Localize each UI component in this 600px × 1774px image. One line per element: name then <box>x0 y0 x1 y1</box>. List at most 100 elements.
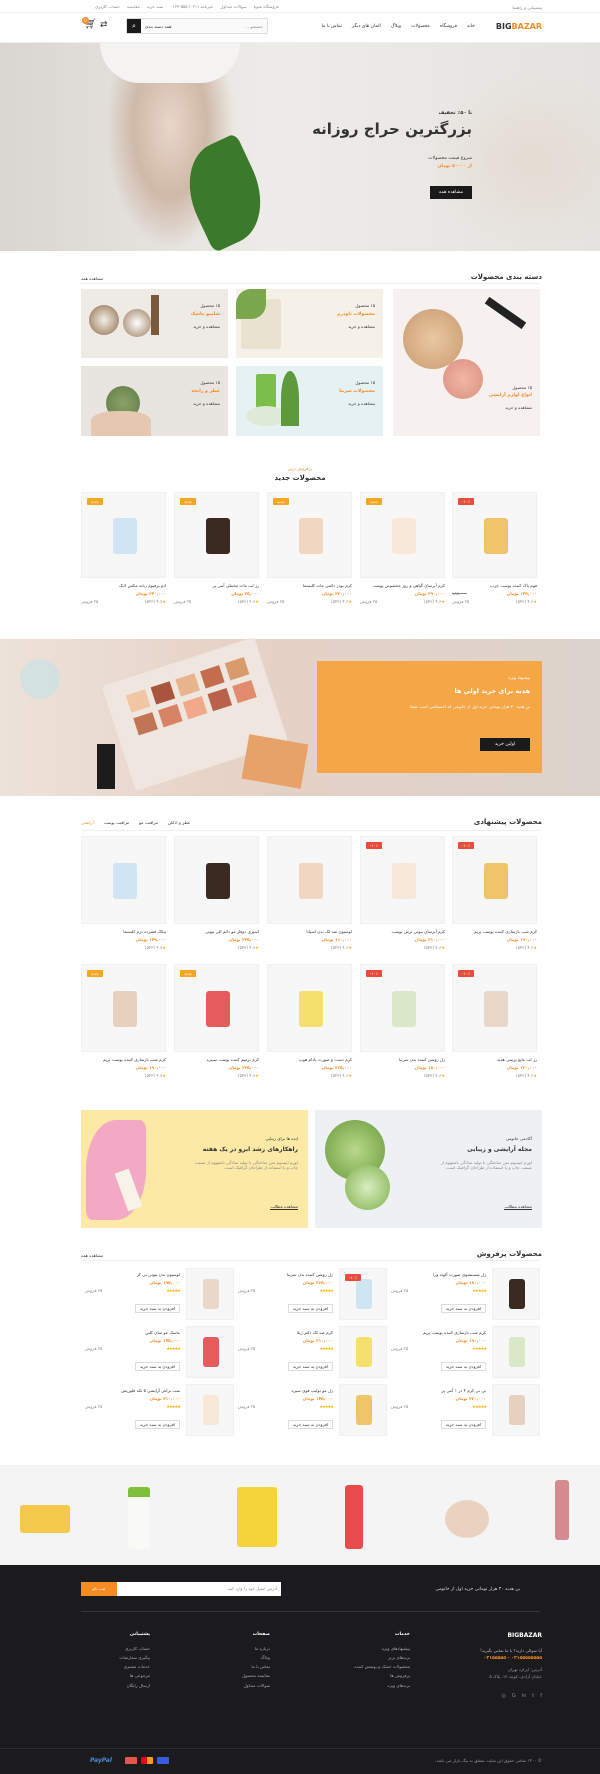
product-name[interactable]: ژل روشن کننده بدن سرینا <box>399 1057 445 1062</box>
footer-link[interactable]: خدمات مشتری <box>119 1664 150 1669</box>
topbar-link[interactable]: مقایسه <box>127 4 140 9</box>
banner-link[interactable]: مشاهده مطالب <box>504 1204 532 1211</box>
topbar-link[interactable]: حساب کاربری <box>95 4 120 9</box>
product-name[interactable]: کرم آبرسان گیاهی و روز مخصوص پوست <box>373 583 445 588</box>
footer-link[interactable]: وبلاگ <box>242 1655 270 1660</box>
product-card[interactable]: پنکک فشرده نرم کلیسما ۱۴۹,۰۰۰ تومان ★۴.۶ (… <box>81 836 167 956</box>
bestseller-item[interactable]: کرم شب بازسازی کننده پوست پریم ۱۹۰,۰۰۰ تو… <box>387 1326 540 1378</box>
nav-item[interactable]: تماس با ما <box>322 24 342 30</box>
category-link[interactable]: مشاهده و خرید <box>348 401 375 406</box>
category-card[interactable]: ۱۵ محصول عطر و رایحه مشاهده و خرید <box>81 366 228 436</box>
category-select[interactable]: همه دسته بندی <box>145 24 171 29</box>
product-image[interactable]: جدید <box>267 492 352 578</box>
product-image[interactable] <box>492 1268 540 1320</box>
bestseller-item[interactable]: ۱۰٪- ژل روشن کننده بدن سرینا ۲۶۵,۰۰۰ تومان… <box>234 1268 387 1320</box>
compare-icon[interactable]: ⇄ <box>100 20 108 30</box>
footer-link[interactable]: سوالات متداول <box>242 1683 270 1688</box>
nav-item[interactable]: محصولات <box>411 24 430 30</box>
blog-banner[interactable]: آکادمی خانومی مجله آرایشی و زیبایی لورم … <box>315 1110 542 1228</box>
product-image[interactable] <box>186 1384 234 1436</box>
product-image[interactable]: جدید <box>174 492 259 578</box>
promo-cta-button[interactable]: اولین خرید <box>480 738 530 751</box>
topbar-link[interactable]: فروشگاه شوپا <box>254 4 279 9</box>
product-card[interactable]: جدید کرم آبرسان گیاهی و روز مخصوص پوست ۲۹۰… <box>360 492 446 604</box>
product-image[interactable] <box>339 1384 387 1436</box>
add-to-cart-button[interactable]: افزودن به سبد خرید <box>440 1420 486 1430</box>
product-image[interactable] <box>186 1326 234 1378</box>
nav-item[interactable]: المان های دیگر <box>352 24 381 30</box>
category-link[interactable]: مشاهده و خرید <box>505 405 532 410</box>
add-to-cart-button[interactable]: افزودن به سبد خرید <box>440 1304 486 1314</box>
product-image[interactable]: جدید <box>81 492 166 578</box>
product-image[interactable] <box>492 1326 540 1378</box>
product-card[interactable]: ۱۰٪- کرم شب بازسازی کننده پوست پریم ۱۹۰,۰۰… <box>452 836 538 956</box>
hero-cta-button[interactable]: مشاهده همه <box>430 186 472 199</box>
search-input[interactable]: جستجو ... <box>245 24 263 29</box>
google-icon[interactable]: G <box>512 1693 516 1699</box>
topbar-link[interactable]: خبرنامه (۰۲۱) ۵۵۵-۰۱۲۳ <box>170 4 213 9</box>
product-image[interactable] <box>174 836 259 924</box>
product-name[interactable]: پنکک فشرده نرم کلیسما <box>123 929 166 934</box>
tab-item[interactable]: مراقبت پوست <box>104 820 129 825</box>
product-name[interactable]: لوسیون ضد لک بدن اسپانا <box>306 929 352 934</box>
add-to-cart-button[interactable]: افزودن به سبد خرید <box>134 1420 180 1430</box>
category-card[interactable]: ۱۵ محصول انواع لوازم آرایشی مشاهده و خری… <box>393 289 540 436</box>
footer-link[interactable]: مقایسه محصول <box>242 1673 270 1678</box>
product-card[interactable]: کرم دست و صورت بادام هوپ ۲۶۵,۰۰۰ تومان ★۴.… <box>267 964 353 1084</box>
product-image[interactable]: ۱۰٪- <box>360 964 445 1052</box>
add-to-cart-button[interactable]: افزودن به سبد خرید <box>440 1362 486 1372</box>
product-image[interactable]: ۱۰٪- <box>452 836 537 924</box>
product-name[interactable]: کرم شب بازسازی کننده پوست پریم <box>423 1330 486 1335</box>
product-name[interactable]: کرم پودر دائمی مات کلیسما <box>303 583 352 588</box>
product-card[interactable]: جدید کرم شب بازسازی کننده پوست پریم ۱۹۰,۰۰… <box>81 964 167 1084</box>
footer-link[interactable]: حساب کاربری <box>119 1646 150 1651</box>
bestseller-item[interactable]: کرم ضد لک دکتر ژیلا ۲۱۰,۰۰۰ تومان ★★★★★ ۲۵ … <box>234 1326 387 1378</box>
product-name[interactable]: کرم آبرسان بیوتی ترش پوست <box>391 929 445 934</box>
footer-link[interactable]: برندهای برتر <box>354 1655 410 1660</box>
footer-link[interactable]: درباره ما <box>242 1646 270 1651</box>
product-name[interactable]: لوسیون بدن بیوتی بی کر <box>137 1272 180 1277</box>
product-image[interactable]: ۱۰٪- <box>452 964 537 1052</box>
nav-item[interactable]: فروشگاه <box>440 24 457 30</box>
product-card[interactable]: جدید کرم ترمیم کننده پوست سینره ۲۲۵,۰۰۰ تو… <box>174 964 260 1084</box>
add-to-cart-button[interactable]: افزودن به سبد خرید <box>287 1362 333 1372</box>
category-card[interactable]: ۱۵ محصول محصولات سرینا مشاهده و خرید <box>236 366 383 436</box>
product-name[interactable]: کرم ترمیم کننده پوست سینره <box>207 1057 259 1062</box>
product-image[interactable] <box>81 836 166 924</box>
search-icon[interactable]: ⌕ <box>127 19 141 33</box>
tab-item[interactable]: آرایشی <box>81 820 94 825</box>
product-image[interactable]: جدید <box>174 964 259 1052</box>
product-image[interactable]: جدید <box>360 492 445 578</box>
footer-link[interactable]: برندهای ویژه <box>354 1683 410 1688</box>
bestseller-item[interactable]: ست براش آرایشی ۵ تکه فلوریش ۳۱۰,۰۰۰ تومان… <box>81 1384 234 1436</box>
topbar-link[interactable]: سوالات متداول <box>220 4 246 9</box>
product-name[interactable]: اسپری دوفاز مو دائم الی بیوتی <box>205 929 259 934</box>
subscribe-button[interactable]: ثبت نام <box>81 1582 117 1596</box>
product-image[interactable] <box>492 1384 540 1436</box>
category-link[interactable]: مشاهده و خرید <box>193 324 220 329</box>
product-name[interactable]: ست براش آرایشی ۵ تکه فلوریش <box>121 1388 180 1393</box>
tab-item[interactable]: مراقبت مو <box>139 820 158 825</box>
support-link[interactable]: پشتیبانی و راهنما <box>512 5 542 10</box>
product-name[interactable]: کرم دست و صورت بادام هوپ <box>299 1057 352 1062</box>
product-name[interactable]: ژل شستشوی صورت آلوئه ورا <box>433 1272 486 1277</box>
product-image[interactable] <box>267 964 352 1052</box>
bestseller-item[interactable]: بی بی کرم ۴ در ۱ آنتی پر ۲۳۰,۰۰۰ تومان ★★★… <box>387 1384 540 1436</box>
banner-link[interactable]: مشاهده مطالب <box>270 1204 298 1211</box>
product-image[interactable]: ۱۰٪- <box>339 1268 387 1320</box>
topbar-link[interactable]: سبد خرید <box>147 4 164 9</box>
product-name[interactable]: رژ لب مایع پرینتی هدیه <box>497 1057 537 1062</box>
product-image[interactable] <box>186 1268 234 1320</box>
product-name[interactable]: ژل مو تولیپ قوی سیره <box>292 1388 334 1393</box>
footer-link[interactable]: پرفروش ها <box>354 1673 410 1678</box>
twitter-icon[interactable]: t <box>532 1693 534 1699</box>
product-card[interactable]: ۱۰٪- رژ لب مایع پرینتی هدیه ۱۲۰,۰۰۰ تومان ★… <box>452 964 538 1084</box>
add-to-cart-button[interactable]: افزودن به سبد خرید <box>134 1362 180 1372</box>
footer-link[interactable]: مرجوعی ها <box>119 1673 150 1678</box>
product-name[interactable]: کرم شب بازسازی کننده پوست پریم <box>474 929 537 934</box>
view-all-link[interactable]: مشاهده همه <box>81 1253 103 1258</box>
product-image[interactable] <box>267 836 352 924</box>
product-card[interactable]: لوسیون ضد لک بدن اسپانا ۱۱۰,۰۰۰ تومان ★۴.۶… <box>267 836 353 956</box>
product-image[interactable]: ۱۰٪- <box>452 492 537 578</box>
bestseller-item[interactable]: ژل شستشوی صورت آلوئه ورا ۱۸۰,۰۰۰ تومان ★★★… <box>387 1268 540 1320</box>
